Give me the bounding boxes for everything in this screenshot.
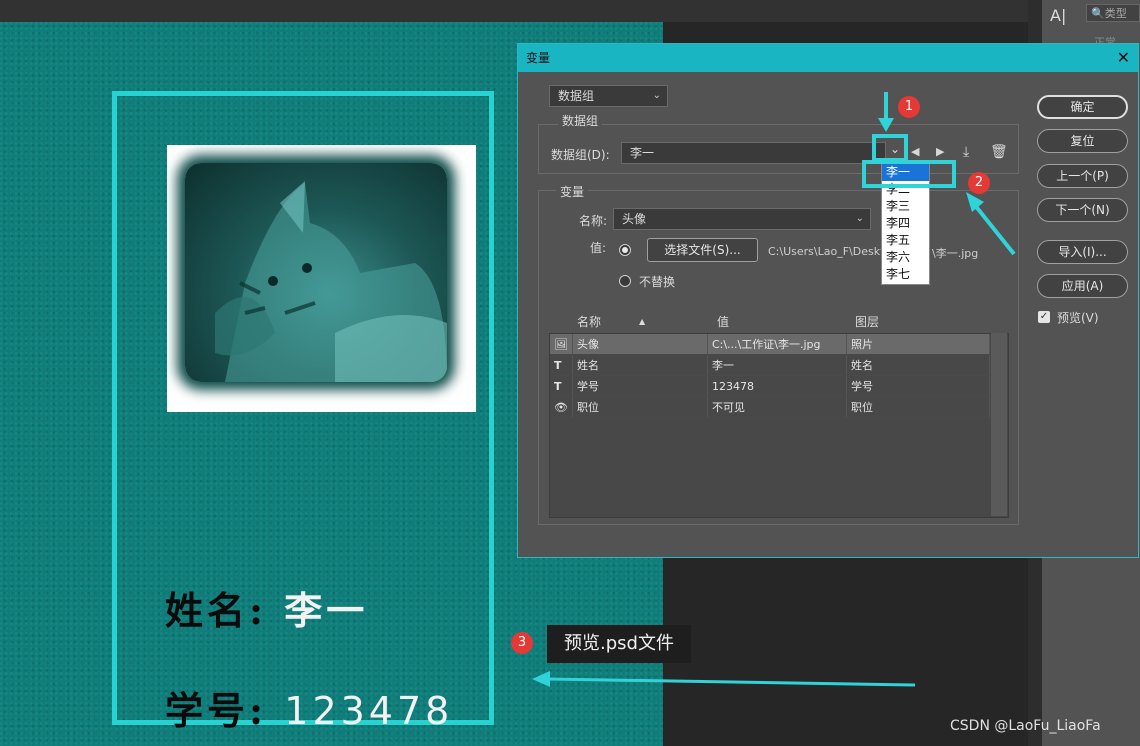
preview-file-callout: 预览.psd文件 <box>547 625 691 663</box>
id-label: 学号: <box>165 688 268 733</box>
id-value: 123478 <box>284 689 454 733</box>
close-icon[interactable]: ✕ <box>1117 44 1130 72</box>
id-line: 学号: 123478 <box>165 680 453 735</box>
arrow-2-shaft <box>972 202 1016 256</box>
apply-button[interactable]: 应用(A) <box>1037 274 1128 298</box>
layer-filter-search[interactable]: 🔍类型 <box>1086 4 1140 22</box>
ok-button[interactable]: 确定 <box>1037 95 1128 119</box>
reset-button[interactable]: 复位 <box>1037 129 1128 153</box>
search-placeholder: 类型 <box>1104 7 1127 20</box>
dialog-title: 变量 <box>526 51 551 65</box>
watermark-text: CSDN @LaoFu_LiaoFa <box>950 718 1101 734</box>
step-marker-2: 2 <box>968 172 990 194</box>
arrow-1-head <box>878 118 894 132</box>
annotation-arrows <box>532 92 1016 687</box>
app-top-bar <box>0 0 1140 22</box>
name-label: 姓名: <box>165 588 268 633</box>
name-line: 姓名: 李一 <box>165 580 368 635</box>
dialog-titlebar: 变量 ✕ <box>518 44 1138 72</box>
preview-checkbox[interactable]: ✓ <box>1038 311 1050 323</box>
step-marker-3: 3 <box>511 632 533 654</box>
import-button[interactable]: 导入(I)... <box>1037 240 1128 264</box>
arrow-2-head <box>966 192 984 212</box>
character-tool-icon[interactable]: A| <box>1050 6 1080 25</box>
preview-label: 预览(V) <box>1057 311 1099 325</box>
next-button[interactable]: 下一个(N) <box>1037 198 1128 222</box>
arrow-3-shaft <box>547 677 916 687</box>
previous-button[interactable]: 上一个(P) <box>1037 164 1128 188</box>
cat-photo <box>185 163 447 382</box>
step-marker-1: 1 <box>898 96 920 118</box>
name-value: 李一 <box>284 588 369 633</box>
arrow-3-head <box>532 671 550 687</box>
